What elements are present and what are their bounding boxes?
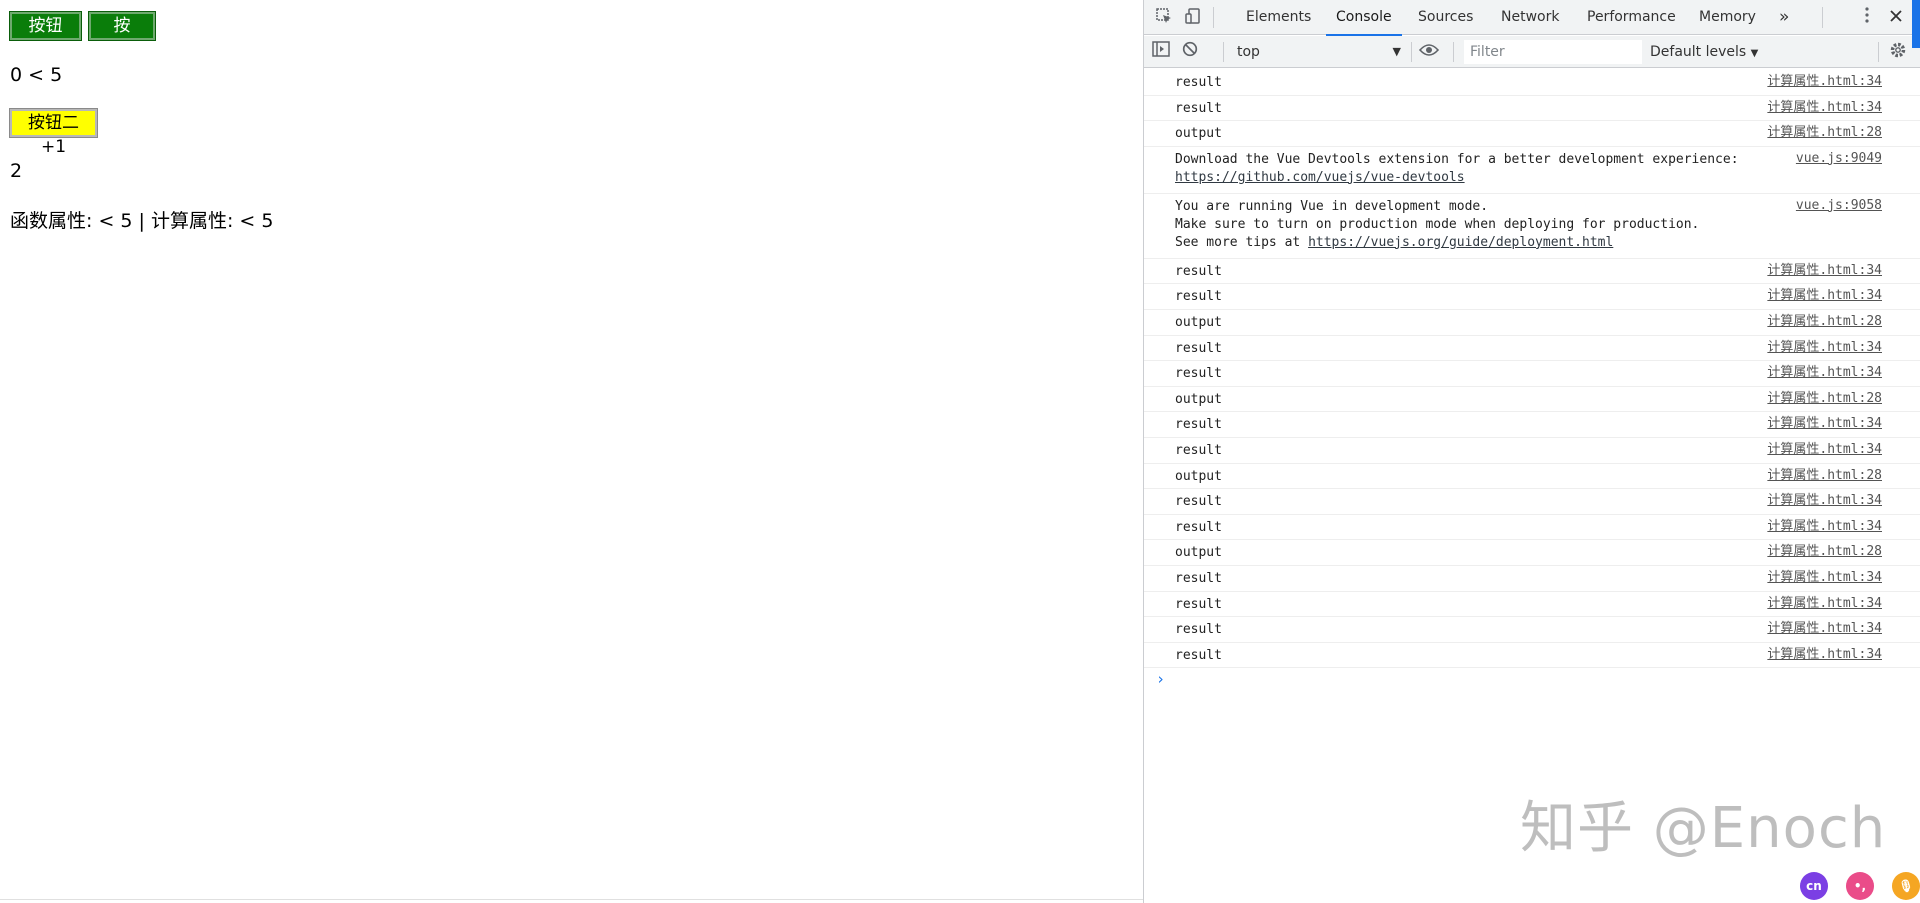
console-prompt[interactable]: › [1144, 668, 1920, 693]
source-link[interactable]: 计算属性.html:34 [1767, 492, 1882, 510]
eye-icon[interactable] [1418, 41, 1440, 63]
console-message-text: Download the Vue Devtools extension for … [1175, 151, 1739, 167]
chevron-down-icon: ▼ [1750, 48, 1759, 59]
source-link[interactable]: 计算属性.html:28 [1767, 467, 1882, 485]
console-message-text: Make sure to turn on production mode whe… [1175, 216, 1700, 232]
punctuation-badge[interactable]: •, [1846, 872, 1874, 900]
comparison-text: 0 < 5 [10, 64, 63, 86]
console-message: result 计算属性.html:34 [1144, 566, 1920, 592]
device-toolbar-icon[interactable] [1182, 7, 1204, 29]
toolbar-separator [1453, 42, 1454, 62]
console-message: result 计算属性.html:34 [1144, 592, 1920, 618]
source-link[interactable]: 计算属性.html:34 [1767, 339, 1882, 357]
tab-performance[interactable]: Performance [1587, 0, 1676, 35]
source-link[interactable]: vue.js:9049 [1796, 150, 1882, 168]
console-message: result 计算属性.html:34 [1144, 412, 1920, 438]
tab-elements[interactable]: Elements [1246, 0, 1311, 35]
inspect-element-icon[interactable] [1153, 7, 1175, 29]
scrollbar-accent [1912, 0, 1920, 48]
source-link[interactable]: vue.js:9058 [1796, 197, 1882, 215]
language-badge[interactable]: cn [1800, 872, 1828, 900]
deployment-guide-link[interactable]: https://vuejs.org/guide/deployment.html [1308, 235, 1613, 250]
console-message: result 计算属性.html:34 [1144, 617, 1920, 643]
console-toolbar: top ▼ Default levels ▼ [1144, 36, 1920, 68]
source-link[interactable]: 计算属性.html:28 [1767, 543, 1882, 561]
log-levels-dropdown[interactable]: Default levels ▼ [1650, 40, 1758, 64]
props-comparison-text: 函数属性: < 5 | 计算属性: < 5 [10, 210, 274, 232]
source-link[interactable]: 计算属性.html:28 [1767, 313, 1882, 331]
console-message: output 计算属性.html:28 [1144, 121, 1920, 147]
toolbar-separator [1223, 42, 1224, 62]
source-link[interactable]: 计算属性.html:34 [1767, 518, 1882, 536]
console-message: output 计算属性.html:28 [1144, 387, 1920, 413]
kebab-menu-icon[interactable] [1856, 7, 1878, 29]
toolbar-separator [1878, 42, 1879, 62]
console-message: result 计算属性.html:34 [1144, 284, 1920, 310]
prompt-chevron-icon: › [1156, 670, 1166, 689]
page-bottom-border [0, 899, 1143, 903]
toolbar-separator [1822, 7, 1823, 28]
console-messages: result 计算属性.html:34 result 计算属性.html:34 ou… [1144, 70, 1920, 693]
source-link[interactable]: 计算属性.html:34 [1767, 364, 1882, 382]
close-icon[interactable] [1885, 7, 1907, 29]
web-page: 按钮+1 按钮-1 0 < 5 按钮二+1 2 函数属性: < 5 | 计算属性… [0, 0, 1143, 903]
console-message: result 计算属性.html:34 [1144, 489, 1920, 515]
console-message: Download the Vue Devtools extension for … [1144, 147, 1920, 194]
console-message: result 计算属性.html:34 [1144, 643, 1920, 669]
tab-console[interactable]: Console [1326, 0, 1402, 36]
increment-button[interactable]: 按钮+1 [9, 11, 82, 60]
console-message: result 计算属性.html:34 [1144, 70, 1920, 96]
filter-input[interactable] [1464, 40, 1642, 64]
source-link[interactable]: 计算属性.html:34 [1767, 262, 1882, 280]
source-link[interactable]: 计算属性.html:34 [1767, 595, 1882, 613]
count-two-text: 2 [10, 160, 23, 182]
source-link[interactable]: 计算属性.html:34 [1767, 287, 1882, 305]
devtools-tab-bar: Elements Console Sources Network Perform… [1144, 0, 1920, 36]
console-message: result 计算属性.html:34 [1144, 515, 1920, 541]
console-message: result 计算属性.html:34 [1144, 336, 1920, 362]
button-two-increment[interactable]: 按钮二+1 [9, 108, 98, 157]
context-value: top [1237, 44, 1260, 60]
source-link[interactable]: 计算属性.html:34 [1767, 569, 1882, 587]
toolbar-separator [1411, 42, 1412, 62]
sidebar-toggle-icon[interactable] [1150, 41, 1172, 63]
console-message: result 计算属性.html:34 [1144, 96, 1920, 122]
source-link[interactable]: 计算属性.html:34 [1767, 99, 1882, 117]
console-message: output 计算属性.html:28 [1144, 540, 1920, 566]
watermark: 知乎 @Enoch [1520, 796, 1887, 861]
console-message: output 计算属性.html:28 [1144, 310, 1920, 336]
gear-icon[interactable] [1887, 41, 1909, 63]
decrement-button[interactable]: 按钮-1 [88, 11, 156, 60]
source-link[interactable]: 计算属性.html:28 [1767, 124, 1882, 142]
chevron-down-icon: ▼ [1392, 45, 1401, 58]
console-message: You are running Vue in development mode.… [1144, 194, 1920, 259]
log-levels-label: Default levels [1650, 44, 1747, 60]
source-link[interactable]: 计算属性.html:34 [1767, 73, 1882, 91]
microphone-icon[interactable]: 🎙 [1892, 872, 1920, 900]
console-message: result 计算属性.html:34 [1144, 259, 1920, 285]
console-message: result 计算属性.html:34 [1144, 438, 1920, 464]
more-tabs-button[interactable]: » [1779, 0, 1789, 35]
devtools-extension-link[interactable]: https://github.com/vuejs/vue-devtools [1175, 170, 1465, 185]
toolbar-separator [1213, 7, 1214, 28]
context-selector[interactable]: top ▼ [1233, 40, 1403, 64]
console-message-text: See more tips at [1175, 234, 1309, 250]
tab-memory[interactable]: Memory [1699, 0, 1756, 35]
tab-network[interactable]: Network [1501, 0, 1559, 35]
tab-sources[interactable]: Sources [1418, 0, 1473, 35]
source-link[interactable]: 计算属性.html:34 [1767, 646, 1882, 664]
clear-console-icon[interactable] [1179, 41, 1201, 63]
source-link[interactable]: 计算属性.html:34 [1767, 415, 1882, 433]
console-message-text: You are running Vue in development mode. [1175, 198, 1489, 214]
console-message: result 计算属性.html:34 [1144, 361, 1920, 387]
source-link[interactable]: 计算属性.html:34 [1767, 620, 1882, 638]
console-message: output 计算属性.html:28 [1144, 464, 1920, 490]
source-link[interactable]: 计算属性.html:28 [1767, 390, 1882, 408]
devtools-panel: Elements Console Sources Network Perform… [1143, 0, 1920, 903]
source-link[interactable]: 计算属性.html:34 [1767, 441, 1882, 459]
